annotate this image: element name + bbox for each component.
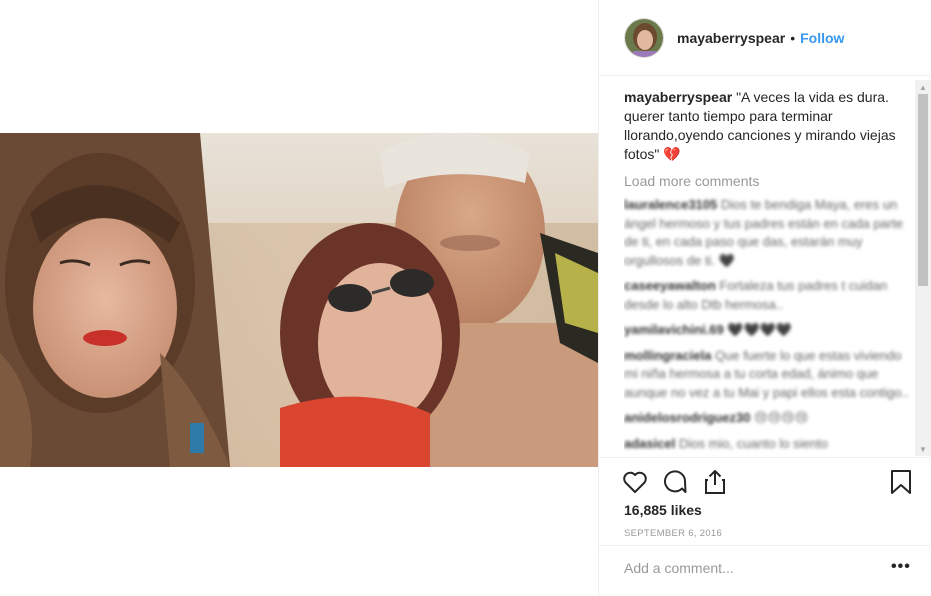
comment-icon[interactable]	[661, 468, 689, 496]
comment-username[interactable]: yamilavichini.69	[624, 322, 724, 337]
comment-text: 🖤🖤🖤🖤	[727, 322, 793, 337]
post-date: SEPTEMBER 6, 2016	[624, 528, 723, 539]
add-comment-bar: •••	[599, 545, 931, 596]
scroll-up-arrow-icon[interactable]: ▲	[915, 80, 931, 94]
comment-item: yamilavichini.69 🖤🖤🖤🖤	[624, 321, 914, 340]
separator-dot: •	[790, 29, 796, 46]
comment-username[interactable]: mollingraciela	[624, 348, 711, 363]
add-comment-input[interactable]	[624, 560, 864, 576]
bookmark-icon[interactable]	[887, 468, 915, 496]
comment-username[interactable]: adasicel	[624, 436, 675, 451]
comments-list: mayaberryspear "A veces la vida es dura.…	[624, 88, 914, 456]
scrollbar-thumb[interactable]	[918, 94, 928, 286]
post-header: mayaberryspear • Follow	[599, 0, 931, 76]
photo-image	[0, 133, 598, 467]
load-more-comments-button[interactable]: Load more comments	[624, 173, 914, 189]
caption-username[interactable]: mayaberryspear	[624, 89, 732, 105]
comment-username[interactable]: lauralence3105	[624, 197, 717, 212]
avatar[interactable]	[624, 17, 664, 58]
post-sidebar: mayaberryspear • Follow mayaberryspear "…	[598, 0, 931, 596]
ellipsis-icon[interactable]: •••	[891, 558, 911, 576]
likes-count[interactable]: 16,885 likes	[624, 502, 702, 518]
comments-scrollbar[interactable]: ▲ ▼	[915, 80, 931, 456]
comment-username[interactable]: anidelosrodriguez30	[624, 410, 750, 425]
comment-item: caseeyawalton Fortaleza tus padres t cui…	[624, 277, 914, 314]
scroll-down-arrow-icon[interactable]: ▼	[915, 442, 931, 456]
follow-button[interactable]: Follow	[800, 30, 844, 46]
comment-item: lauralence3105 Dios te bendiga Maya, ere…	[624, 196, 914, 270]
post-media	[0, 0, 598, 596]
comment-item: adasicel Dios mio, cuanto lo siento	[624, 435, 914, 454]
comment-item: mollingraciela Que fuerte lo que estas v…	[624, 347, 914, 403]
post-actions: 16,885 likes SEPTEMBER 6, 2016 •••	[599, 457, 931, 596]
comment-username[interactable]: caseeyawalton	[624, 278, 716, 293]
post-photo[interactable]	[0, 133, 598, 467]
action-icon-row	[621, 468, 917, 498]
avatar-image	[625, 18, 663, 57]
comment-text: 😢😢😢😢	[754, 410, 809, 425]
heart-icon[interactable]	[621, 468, 649, 496]
comment-text: Dios mio, cuanto lo siento	[678, 435, 828, 451]
caption: mayaberryspear "A veces la vida es dura.…	[624, 88, 914, 164]
share-icon[interactable]	[701, 468, 729, 496]
comment-item: anidelosrodriguez30 😢😢😢😢	[624, 409, 914, 428]
header-username[interactable]: mayaberryspear	[677, 30, 785, 46]
